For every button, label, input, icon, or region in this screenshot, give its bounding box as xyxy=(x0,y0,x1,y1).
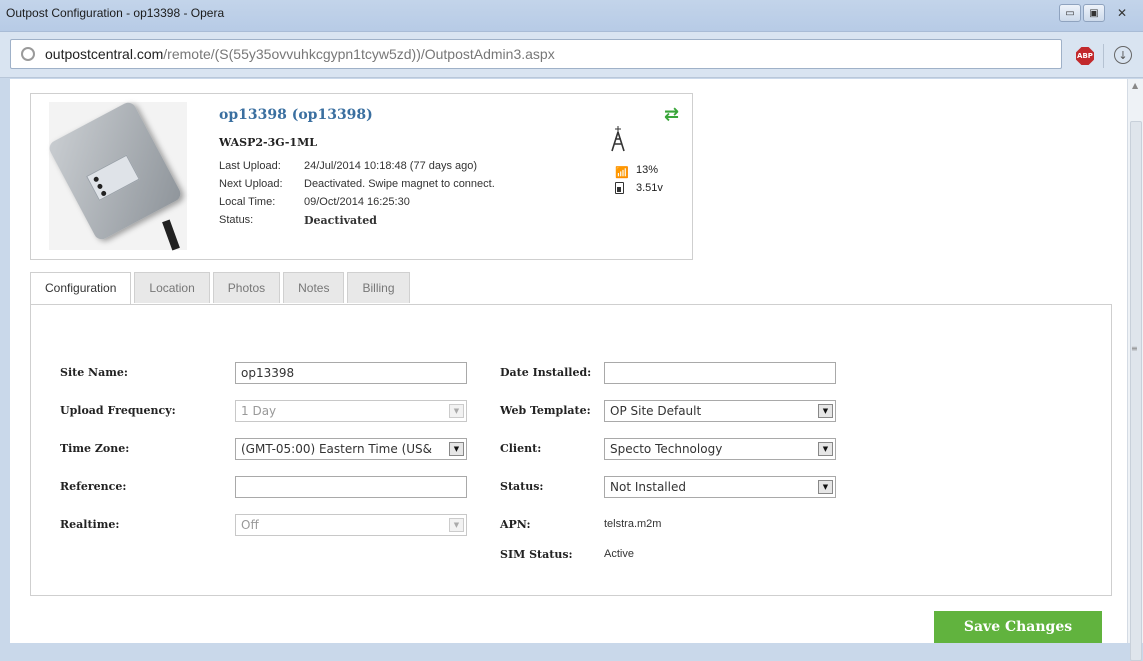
device-led-panel xyxy=(86,154,140,201)
info-local-time: Local Time: 09/Oct/2014 16:25:30 xyxy=(219,196,495,214)
device-photo xyxy=(46,99,187,251)
status-label: Status: xyxy=(500,480,544,493)
sim-status-label: SIM Status: xyxy=(500,548,573,561)
chevron-down-icon: ▼ xyxy=(449,518,464,532)
upload-frequency-select[interactable]: 1 Day ▼ xyxy=(235,400,467,422)
date-installed-input[interactable] xyxy=(604,362,836,384)
realtime-value: Off xyxy=(241,518,259,532)
upload-frequency-label: Upload Frequency: xyxy=(60,404,176,417)
time-zone-label: Time Zone: xyxy=(60,442,130,455)
site-info-icon[interactable] xyxy=(21,47,35,61)
info-last-upload: Last Upload: 24/Jul/2014 10:18:48 (77 da… xyxy=(219,160,495,178)
scrollbar-thumb[interactable] xyxy=(1130,121,1142,661)
url-text[interactable]: outpostcentral.com/remote/(S(55y35ovvuhk… xyxy=(45,46,555,62)
signal-strength: 13% xyxy=(636,164,659,176)
battery-voltage: 3.51v xyxy=(636,182,663,194)
signal-icon: 📶 xyxy=(615,166,629,179)
status-select-value: Not Installed xyxy=(610,480,686,494)
client-value: Specto Technology xyxy=(610,442,723,456)
time-zone-value: (GMT-05:00) Eastern Time (US& xyxy=(241,442,433,456)
realtime-label: Realtime: xyxy=(60,518,120,531)
info-value: 09/Oct/2014 16:25:30 xyxy=(304,196,410,208)
tab-location[interactable]: Location xyxy=(134,272,210,303)
site-name-input[interactable]: op13398 xyxy=(235,362,467,384)
client-select[interactable]: Specto Technology ▼ xyxy=(604,438,836,460)
maximize-icon[interactable]: ▣ xyxy=(1083,4,1105,22)
address-bar[interactable]: outpostcentral.com/remote/(S(55y35ovvuhk… xyxy=(10,39,1062,69)
device-name[interactable]: op13398 (op13398) xyxy=(219,107,373,123)
url-domain: outpostcentral.com xyxy=(45,46,164,62)
info-label: Next Upload: xyxy=(219,178,283,190)
tab-notes[interactable]: Notes xyxy=(283,272,345,303)
device-led xyxy=(100,190,108,197)
web-template-value: OP Site Default xyxy=(610,404,702,418)
apn-label: APN: xyxy=(500,518,531,531)
save-changes-button[interactable]: Save Changes xyxy=(934,611,1102,643)
antenna-tower-icon xyxy=(611,126,625,152)
client-label: Client: xyxy=(500,442,542,455)
device-cable xyxy=(162,219,180,251)
device-model: WASP2-3G-1ML xyxy=(219,136,318,149)
minimize-icon[interactable]: ▭ xyxy=(1059,4,1081,22)
reference-label: Reference: xyxy=(60,480,127,493)
time-zone-select[interactable]: (GMT-05:00) Eastern Time (US& ▼ xyxy=(235,438,467,460)
chevron-down-icon: ▼ xyxy=(449,404,464,418)
device-led xyxy=(96,182,104,190)
scroll-up-icon[interactable]: ▲ xyxy=(1132,81,1138,90)
realtime-select[interactable]: Off ▼ xyxy=(235,514,467,536)
refresh-icon[interactable]: ⇄ xyxy=(664,106,684,124)
configuration-panel: Site Name: op13398 Upload Frequency: 1 D… xyxy=(30,304,1112,596)
web-template-select[interactable]: OP Site Default ▼ xyxy=(604,400,836,422)
status-select[interactable]: Not Installed ▼ xyxy=(604,476,836,498)
web-template-label: Web Template: xyxy=(500,404,591,417)
toolbar-divider xyxy=(1103,44,1104,68)
info-label: Local Time: xyxy=(219,196,276,208)
close-icon[interactable]: ✕ xyxy=(1107,4,1137,22)
status-value: Deactivated xyxy=(304,214,377,227)
info-status: Status: Deactivated xyxy=(219,214,495,232)
device-card: op13398 (op13398) WASP2-3G-1ML Last Uplo… xyxy=(30,93,693,260)
info-label: Last Upload: xyxy=(219,160,281,172)
date-installed-label: Date Installed: xyxy=(500,366,592,379)
info-value: 24/Jul/2014 10:18:48 (77 days ago) xyxy=(304,160,478,172)
url-path: /remote/(S(55y35ovvuhkcgypn1tcyw5zd))/Ou… xyxy=(163,46,555,62)
info-label: Status: xyxy=(219,214,254,226)
info-value: Deactivated. Swipe magnet to connect. xyxy=(304,178,495,190)
info-next-upload: Next Upload: Deactivated. Swipe magnet t… xyxy=(219,178,495,196)
upload-frequency-value: 1 Day xyxy=(241,404,277,418)
page-content: op13398 (op13398) WASP2-3G-1ML Last Uplo… xyxy=(10,79,1127,643)
sim-status-value: Active xyxy=(604,548,634,560)
chevron-down-icon: ▼ xyxy=(818,404,833,418)
tab-configuration[interactable]: Configuration xyxy=(30,272,132,305)
window-title: Outpost Configuration - op13398 - Opera xyxy=(6,6,225,20)
apn-value: telstra.m2m xyxy=(604,518,662,530)
device-led xyxy=(92,175,100,183)
reference-input[interactable] xyxy=(235,476,467,498)
device-info: Last Upload: 24/Jul/2014 10:18:48 (77 da… xyxy=(219,160,495,232)
chevron-down-icon: ▼ xyxy=(818,480,833,494)
vertical-scrollbar[interactable]: ▲ ≡ xyxy=(1127,79,1143,661)
chevron-down-icon: ▼ xyxy=(449,442,464,456)
browser-toolbar: outpostcentral.com/remote/(S(55y35ovvuhk… xyxy=(0,32,1143,78)
adblock-icon[interactable]: ABP xyxy=(1076,47,1094,65)
tab-billing[interactable]: Billing xyxy=(347,272,410,303)
download-icon[interactable]: ↓ xyxy=(1114,46,1132,64)
battery-icon xyxy=(615,182,624,194)
tab-photos[interactable]: Photos xyxy=(212,272,281,303)
tab-bar: Configuration Location Photos Notes Bill… xyxy=(30,272,410,305)
scroll-grip-icon: ≡ xyxy=(1131,344,1138,353)
window-controls: ▭ ▣ ✕ xyxy=(1059,4,1137,22)
window-titlebar: Outpost Configuration - op13398 - Opera … xyxy=(0,0,1143,32)
chevron-down-icon: ▼ xyxy=(818,442,833,456)
site-name-label: Site Name: xyxy=(60,366,128,379)
